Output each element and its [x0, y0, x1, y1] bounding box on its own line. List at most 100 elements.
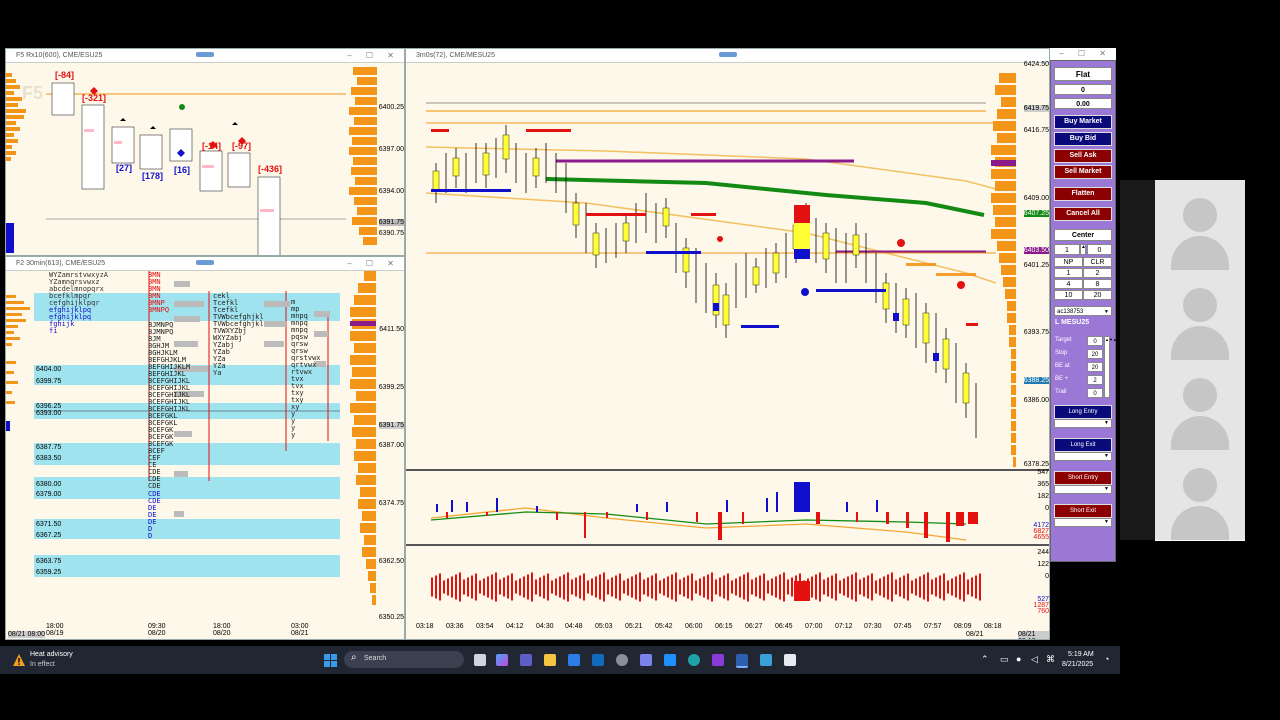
qty-preset-button[interactable]: 10 — [1054, 290, 1083, 300]
store-icon[interactable] — [568, 654, 580, 666]
language-icon[interactable]: ⌘ — [1046, 654, 1055, 665]
price-axis: 6424.50 6419.75 6416.75 6409.00 6407.25 … — [1016, 61, 1049, 473]
volume-bar — [495, 572, 497, 602]
pane-divider[interactable] — [406, 544, 1049, 546]
volume-bar — [955, 576, 957, 598]
volume-bar — [903, 575, 905, 599]
qty-preset-button[interactable]: 4 — [1054, 279, 1083, 289]
window-app-icon[interactable] — [784, 654, 796, 666]
time-label: 18:00 08/20 — [213, 623, 231, 637]
time-label: 07:57 — [924, 623, 942, 630]
volume-bar — [667, 576, 669, 598]
outlook-icon[interactable] — [592, 654, 604, 666]
time-label: 08:18 — [984, 623, 1002, 630]
clr-button[interactable]: CLR — [1083, 257, 1112, 267]
delta-label: [27] — [116, 163, 133, 173]
clock-date[interactable]: 8/21/2025 — [1062, 661, 1093, 668]
candlestick-chart[interactable] — [406, 63, 1016, 471]
cancel-all-button[interactable]: Cancel All — [1054, 207, 1112, 221]
network-icon[interactable]: ▭ — [1000, 654, 1009, 665]
mail-icon[interactable] — [664, 654, 676, 666]
volume-bar — [931, 579, 933, 595]
delta-label: [-321] — [82, 93, 107, 103]
center-button[interactable]: Center — [1054, 229, 1112, 241]
qty-preset-button[interactable]: 8 — [1083, 279, 1112, 289]
spinner-icon[interactable]: ▲▼▲▼▲▼▲▼▲▼ — [1104, 336, 1145, 398]
volume-bar — [479, 580, 481, 594]
buy-market-button[interactable]: Buy Market — [1054, 115, 1112, 129]
quantity-right-field[interactable]: 0 — [1087, 244, 1112, 255]
footprint-chart-window[interactable]: F5 Rx10(600), CME/ESU25 – ☐ ✕ F5 [-84] [… — [5, 48, 405, 256]
tray-chevron-icon[interactable]: ⌃ — [981, 654, 989, 665]
quantity-spinner[interactable]: ▲▼ — [1080, 244, 1091, 255]
buy-bid-button[interactable]: Buy Bid — [1054, 132, 1112, 146]
quantity-input[interactable]: 1 — [1054, 244, 1080, 255]
windows-start-icon[interactable] — [324, 654, 337, 667]
volume-bar — [483, 578, 485, 596]
qty-preset-button[interactable]: 2 — [1083, 268, 1112, 278]
price-label: 6391.75 — [378, 219, 404, 226]
last-price-label: 6388.25 — [1023, 377, 1049, 384]
teams-icon[interactable] — [520, 654, 532, 666]
trail-input[interactable]: 0 — [1087, 388, 1103, 398]
volume-icon[interactable]: ◁ — [1031, 654, 1038, 665]
volume-bar — [947, 580, 949, 594]
weather-title[interactable]: Heat advisory — [30, 651, 73, 658]
short-exit-select[interactable]: ▼ — [1054, 518, 1112, 527]
weather-icon[interactable] — [12, 653, 26, 667]
clock-time[interactable]: 5:19 AM — [1068, 651, 1094, 658]
microphone-icon[interactable]: ● — [1016, 654, 1021, 664]
flatten-button[interactable]: Flatten — [1054, 187, 1112, 201]
long-exit-select[interactable]: ▼ — [1054, 452, 1112, 461]
visual-studio-icon[interactable] — [712, 654, 724, 666]
be-at-input[interactable]: 20 — [1087, 362, 1103, 372]
file-explorer-icon[interactable] — [544, 654, 556, 666]
time-label: 03:54 — [476, 623, 494, 630]
short-exit-button[interactable]: Short Exit — [1054, 504, 1112, 518]
volume-bar — [831, 575, 833, 599]
volume-bar — [571, 579, 573, 595]
copilot-icon[interactable] — [496, 654, 508, 666]
account-select[interactable]: ac138753 ▼ — [1054, 306, 1112, 316]
volume-bar — [891, 572, 893, 602]
drag-handle[interactable] — [718, 52, 737, 57]
volume-bar — [723, 575, 725, 599]
short-entry-button[interactable]: Short Entry — [1054, 471, 1112, 485]
trading-app-icon[interactable] — [736, 654, 748, 668]
time-label: 07:30 — [864, 623, 882, 630]
price-axis: 6411.50 6399.25 6391.75 6387.00 6374.75 … — [374, 257, 404, 639]
stop-input[interactable]: 20 — [1087, 349, 1103, 359]
delta-label: [16] — [174, 165, 191, 175]
drag-handle[interactable] — [196, 260, 214, 265]
task-view-icon[interactable] — [474, 654, 486, 666]
volume-bar — [787, 579, 789, 595]
search-input[interactable]: ⌕ Search — [344, 651, 464, 668]
notifications-icon[interactable]: ◔ — [1104, 654, 1109, 664]
volume-bar — [555, 578, 557, 596]
long-exit-button[interactable]: Long Exit — [1054, 438, 1112, 452]
time-axis: 03:18 03:36 03:54 04:12 04:30 04:48 05:03 05:21… — [406, 621, 1016, 639]
search-placeholder: Search — [364, 655, 387, 662]
sell-market-button[interactable]: Sell Market — [1054, 165, 1112, 179]
main-window-controls[interactable]: – ☐ ✕ — [1050, 48, 1116, 60]
time-label: 06:00 — [685, 623, 703, 630]
target-input[interactable]: 0 — [1087, 336, 1103, 346]
chart-app-icon[interactable] — [760, 654, 772, 666]
long-entry-button[interactable]: Long Entry — [1054, 405, 1112, 419]
tpo-chart-window[interactable]: F2 30min(613), CME/ESU25 – ☐ ✕ WYZamrstv… — [5, 256, 405, 640]
qty-preset-button[interactable]: 20 — [1083, 290, 1112, 300]
np-button[interactable]: NP — [1054, 257, 1083, 267]
time-label: 04:12 — [506, 623, 524, 630]
short-entry-select[interactable]: ▼ — [1054, 485, 1112, 494]
long-entry-select[interactable]: ▼ — [1054, 419, 1112, 428]
teams-app-icon[interactable] — [640, 654, 652, 666]
qty-preset-button[interactable]: 1 — [1054, 268, 1083, 278]
order-panel[interactable]: Flat 0 0.00 Buy Market Buy Bid Sell Ask … — [1050, 60, 1145, 562]
main-chart-window[interactable]: 3m0s(72), CME/MESU25 6424.50 6419.75 641… — [405, 48, 1050, 640]
edge-icon[interactable] — [688, 654, 700, 666]
settings-icon[interactable] — [616, 654, 628, 666]
pane-divider[interactable] — [406, 469, 1049, 471]
sell-ask-button[interactable]: Sell Ask — [1054, 149, 1112, 163]
be-plus-input[interactable]: 2 — [1087, 375, 1103, 385]
window-titlebar[interactable]: 3m0s(72), CME/MESU25 — [406, 49, 1049, 63]
